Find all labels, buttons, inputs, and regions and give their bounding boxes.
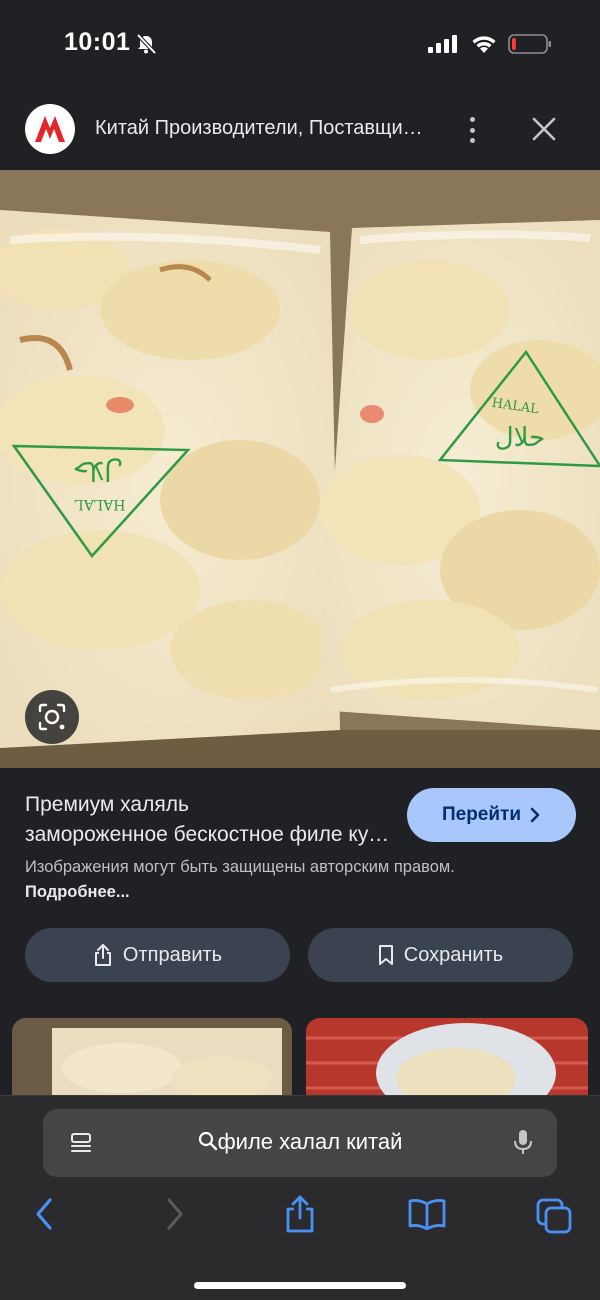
share-button-label: Отправить — [122, 943, 223, 966]
address-query[interactable]: филе халал китай — [43, 1129, 557, 1155]
stamp-right-arabic: حلال — [495, 423, 545, 453]
back-icon[interactable] — [32, 1196, 56, 1232]
address-bar[interactable]: филе халал китай — [43, 1109, 557, 1177]
copyright-text: Изображения могут быть защищены авторски… — [25, 858, 455, 876]
chevron-right-icon — [530, 807, 540, 823]
bookmarks-icon[interactable] — [407, 1198, 447, 1230]
frozen-chicken-photo: HALAL حلال HALAL حلال — [0, 170, 600, 768]
result-header: Китай Производители, Поставщики, Фабрика… — [0, 90, 600, 170]
visit-button[interactable]: Перейти — [407, 788, 576, 842]
page-title[interactable]: Китай Производители, Поставщики, Фабрика… — [95, 117, 425, 140]
browser-toolbar: филе халал китай — [0, 1095, 600, 1300]
wifi-icon — [472, 36, 496, 53]
copyright-notice: Изображения могут быть защищены авторски… — [25, 855, 465, 905]
result-title-line2: замороженное бескостное филе курицы — [25, 823, 390, 846]
result-title-line1: Премиум халяль — [25, 793, 189, 816]
search-icon — [198, 1131, 217, 1151]
bookmark-icon — [378, 945, 393, 965]
site-logo[interactable] — [25, 104, 75, 154]
share-icon — [94, 944, 111, 966]
lens-camera-icon — [38, 703, 66, 731]
home-indicator[interactable] — [194, 1282, 406, 1289]
visit-button-label: Перейти — [441, 804, 522, 825]
google-lens-button[interactable] — [25, 690, 79, 744]
more-options-icon[interactable] — [460, 114, 484, 146]
result-title[interactable]: Премиум халяль замороженное бескостное ф… — [25, 790, 390, 850]
site-logo-icon — [35, 116, 65, 142]
bell-muted-icon — [136, 33, 157, 55]
status-bar: 10:01 — [0, 0, 600, 90]
stamp-left-latin: HALAL — [74, 496, 125, 512]
microphone-icon[interactable] — [513, 1128, 533, 1156]
tabs-icon[interactable] — [536, 1198, 572, 1234]
share-button[interactable]: Отправить — [25, 928, 290, 982]
cellular-signal-icon — [428, 35, 457, 53]
search-query-text: филе халал китай — [217, 1129, 403, 1154]
learn-more-link[interactable]: Подробнее... — [25, 883, 130, 901]
share-sheet-icon[interactable] — [283, 1194, 317, 1234]
battery-icon — [508, 34, 551, 54]
status-time: 10:01 — [64, 28, 131, 56]
forward-icon[interactable] — [163, 1196, 187, 1232]
stamp-left-arabic: حلال — [73, 455, 123, 485]
result-image[interactable]: HALAL حلال HALAL حلال — [0, 170, 600, 768]
close-icon[interactable] — [530, 115, 558, 143]
save-button-label: Сохранить — [403, 943, 504, 966]
save-button[interactable]: Сохранить — [308, 928, 573, 982]
